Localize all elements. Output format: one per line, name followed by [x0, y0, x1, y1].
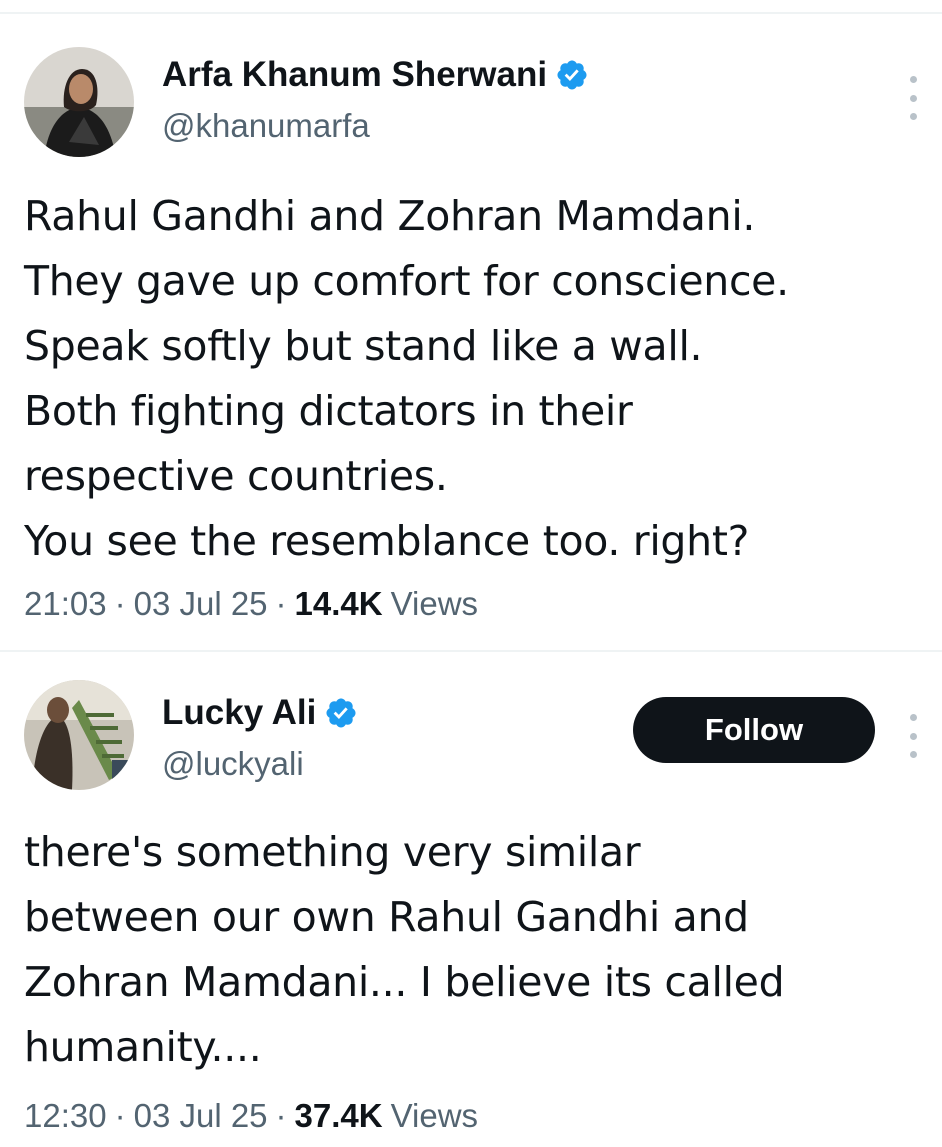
tweet-meta: 12:30 · 03 Jul 25 · 37.4K Views — [24, 1096, 478, 1136]
tweet-card[interactable]: Lucky Ali @luckyali Follow there's somet… — [0, 652, 942, 1147]
tweet-time[interactable]: 12:30 — [24, 1096, 107, 1136]
tweet-text-line: humanity.... — [24, 1023, 262, 1071]
author-handle[interactable]: @luckyali — [162, 744, 304, 784]
follow-button[interactable]: Follow — [633, 697, 875, 763]
tweet-text-line: respective countries. — [24, 452, 448, 500]
tweet-meta: 21:03 · 03 Jul 25 · 14.4K Views — [24, 584, 478, 624]
profile-photo-icon — [24, 47, 134, 157]
meta-separator: · — [114, 585, 126, 622]
author-handle[interactable]: @khanumarfa — [162, 106, 370, 146]
author-name-row: Lucky Ali — [162, 692, 358, 734]
tweet-card[interactable]: Arfa Khanum Sherwani @khanumarfa Rahul G… — [0, 14, 942, 650]
verified-badge-icon — [324, 696, 358, 730]
tweet-date[interactable]: 03 Jul 25 — [134, 584, 268, 624]
tweet-text-line: They gave up comfort for conscience. — [24, 257, 789, 305]
verified-badge-icon — [555, 58, 589, 92]
tweet-time[interactable]: 21:03 — [24, 584, 107, 624]
tweet-text-line: You see the resemblance too. right? — [24, 517, 750, 565]
tweet-text-line: Speak softly but stand like a wall. — [24, 322, 703, 370]
avatar[interactable] — [24, 47, 134, 157]
author-name-row: Arfa Khanum Sherwani — [162, 54, 589, 96]
meta-separator: · — [275, 1097, 287, 1134]
tweet-text-line: there's something very similar — [24, 828, 641, 876]
views-label: Views — [390, 1097, 479, 1134]
tweet-text-line: Rahul Gandhi and Zohran Mamdani. — [24, 192, 756, 240]
more-options-icon[interactable] — [903, 714, 923, 758]
views-label: Views — [390, 585, 479, 622]
tweet-text-line: between our own Rahul Gandhi and — [24, 893, 749, 941]
avatar[interactable] — [24, 680, 134, 790]
tweet-date[interactable]: 03 Jul 25 — [134, 1096, 268, 1136]
more-options-icon[interactable] — [903, 76, 923, 120]
tweet-text: there's something very similar between o… — [24, 820, 924, 1080]
author-display-name[interactable]: Arfa Khanum Sherwani — [162, 54, 547, 96]
views-count: 14.4K — [294, 585, 383, 622]
meta-separator: · — [275, 585, 287, 622]
profile-photo-icon — [24, 680, 134, 790]
views-count: 37.4K — [294, 1097, 383, 1134]
tweet-text-line: Zohran Mamdani... I believe its called — [24, 958, 785, 1006]
meta-separator: · — [114, 1097, 126, 1134]
tweet-text-line: Both fighting dictators in their — [24, 387, 633, 435]
tweet-text: Rahul Gandhi and Zohran Mamdani. They ga… — [24, 184, 924, 574]
author-display-name[interactable]: Lucky Ali — [162, 692, 316, 734]
